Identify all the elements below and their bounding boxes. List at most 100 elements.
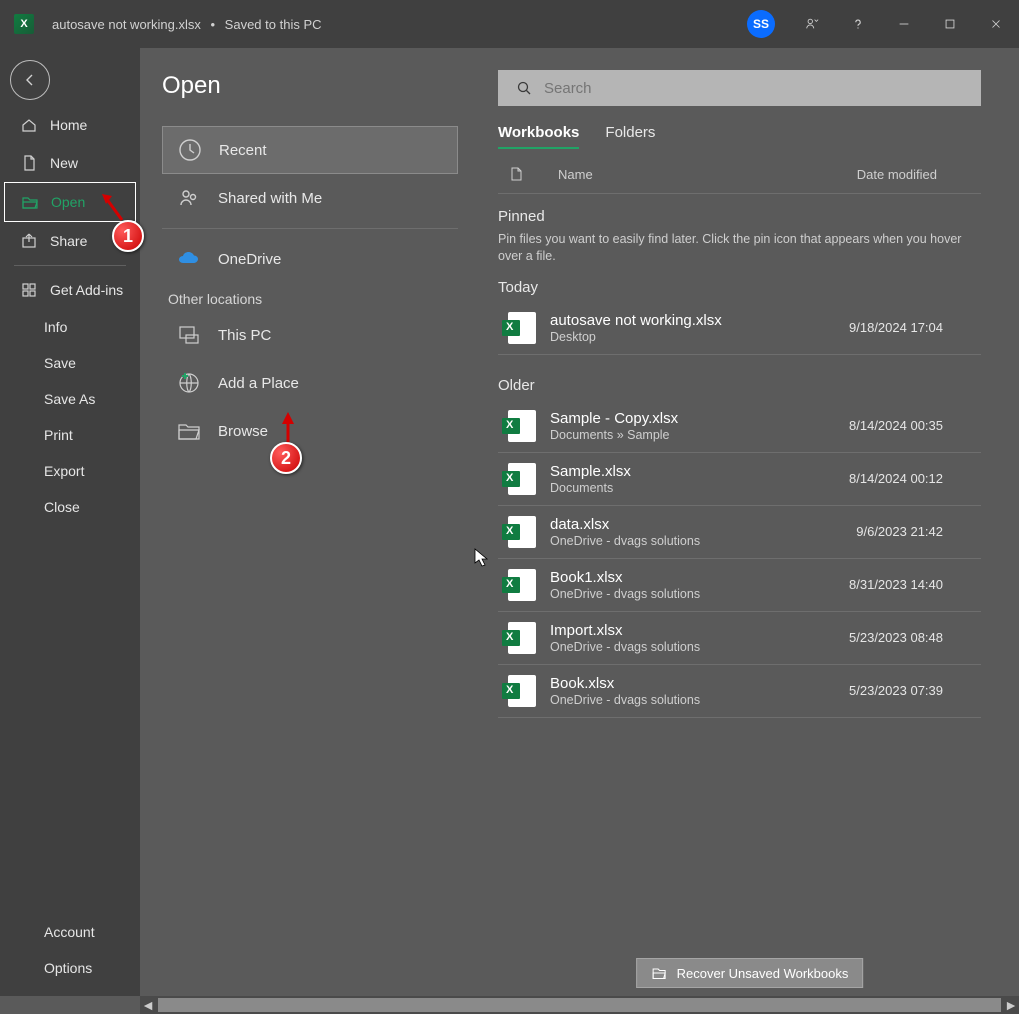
file-path: Desktop bbox=[550, 330, 722, 344]
locations-column: Open Recent Shared with Me OneDrive Othe… bbox=[140, 48, 480, 996]
sidebar-item-saveas[interactable]: Save As bbox=[0, 381, 140, 417]
sidebar-item-addins[interactable]: Get Add-ins bbox=[0, 271, 140, 309]
file-path: OneDrive - dvags solutions bbox=[550, 640, 700, 654]
recover-unsaved-label: Recover Unsaved Workbooks bbox=[677, 966, 849, 981]
location-label: Shared with Me bbox=[218, 190, 322, 207]
file-header-icon bbox=[508, 165, 524, 183]
other-locations-heading: Other locations bbox=[168, 291, 458, 307]
excel-file-icon bbox=[508, 312, 536, 344]
excel-file-icon bbox=[508, 622, 536, 654]
file-path: OneDrive - dvags solutions bbox=[550, 693, 700, 707]
file-name: Book.xlsx bbox=[550, 675, 700, 692]
pinned-help-text: Pin files you want to easily find later.… bbox=[498, 231, 968, 265]
folder-open-icon bbox=[651, 965, 667, 981]
file-date: 8/14/2024 00:12 bbox=[849, 471, 943, 486]
page-title: Open bbox=[162, 72, 458, 100]
file-row[interactable]: data.xlsx OneDrive - dvags solutions 9/6… bbox=[498, 506, 981, 559]
excel-file-icon bbox=[508, 516, 536, 548]
file-row[interactable]: Import.xlsx OneDrive - dvags solutions 5… bbox=[498, 612, 981, 665]
file-path: Documents » Sample bbox=[550, 428, 678, 442]
search-icon bbox=[516, 80, 532, 96]
sidebar-separator bbox=[14, 265, 126, 266]
section-older: Older bbox=[498, 377, 981, 394]
sidebar-item-new[interactable]: New bbox=[0, 144, 140, 182]
user-badge[interactable]: SS bbox=[747, 10, 775, 38]
sidebar-item-label: Open bbox=[51, 194, 85, 210]
minimize-button[interactable] bbox=[881, 0, 927, 48]
sidebar-item-export[interactable]: Export bbox=[0, 453, 140, 489]
title-separator: • bbox=[210, 17, 215, 32]
sidebar-item-open[interactable]: Open bbox=[4, 182, 136, 222]
file-row[interactable]: autosave not working.xlsx Desktop 9/18/2… bbox=[498, 302, 981, 355]
file-row[interactable]: Book1.xlsx OneDrive - dvags solutions 8/… bbox=[498, 559, 981, 612]
tab-workbooks[interactable]: Workbooks bbox=[498, 124, 579, 149]
close-button[interactable] bbox=[973, 0, 1019, 48]
search-input[interactable] bbox=[544, 80, 981, 97]
file-name: Import.xlsx bbox=[550, 622, 700, 639]
file-path: OneDrive - dvags solutions bbox=[550, 587, 700, 601]
sidebar-item-close[interactable]: Close bbox=[0, 489, 140, 525]
file-path: OneDrive - dvags solutions bbox=[550, 534, 700, 548]
scroll-right-button[interactable]: ► bbox=[1003, 998, 1019, 1012]
location-label: Add a Place bbox=[218, 375, 299, 392]
file-name: Sample.xlsx bbox=[550, 463, 631, 480]
file-row[interactable]: Book.xlsx OneDrive - dvags solutions 5/2… bbox=[498, 665, 981, 718]
scrollbar-thumb[interactable] bbox=[158, 998, 1001, 1012]
section-today: Today bbox=[498, 279, 981, 296]
help-icon[interactable] bbox=[835, 0, 881, 48]
file-date: 9/6/2023 21:42 bbox=[856, 524, 943, 539]
sidebar-item-print[interactable]: Print bbox=[0, 417, 140, 453]
sidebar-item-label: Export bbox=[44, 463, 84, 479]
excel-file-icon bbox=[508, 410, 536, 442]
excel-file-icon bbox=[508, 569, 536, 601]
location-shared[interactable]: Shared with Me bbox=[162, 174, 458, 222]
location-recent[interactable]: Recent bbox=[162, 126, 458, 174]
location-browse[interactable]: Browse bbox=[162, 407, 458, 455]
window-title: autosave not working.xlsx • Saved to thi… bbox=[52, 17, 322, 32]
file-date: 5/23/2023 07:39 bbox=[849, 683, 943, 698]
file-path: Documents bbox=[550, 481, 631, 495]
file-name: Book1.xlsx bbox=[550, 569, 700, 586]
sidebar-item-options[interactable]: Options bbox=[0, 950, 140, 986]
file-date: 8/14/2024 00:35 bbox=[849, 418, 943, 433]
scroll-left-button[interactable]: ◄ bbox=[140, 998, 156, 1012]
sidebar-item-info[interactable]: Info bbox=[0, 309, 140, 345]
account-manager-icon[interactable] bbox=[789, 0, 835, 48]
scrollbar-track[interactable] bbox=[158, 998, 1001, 1012]
sidebar-item-label: Options bbox=[44, 960, 92, 976]
file-name: Sample - Copy.xlsx bbox=[550, 410, 678, 427]
back-button[interactable] bbox=[10, 60, 50, 100]
sidebar-item-label: Info bbox=[44, 319, 67, 335]
file-row[interactable]: Sample - Copy.xlsx Documents » Sample 8/… bbox=[498, 400, 981, 453]
location-label: Recent bbox=[219, 142, 267, 159]
sidebar-item-label: Save As bbox=[44, 391, 95, 407]
location-addplace[interactable]: Add a Place bbox=[162, 359, 458, 407]
sidebar-item-label: Home bbox=[50, 117, 87, 133]
sidebar-item-label: Share bbox=[50, 233, 87, 249]
file-name: data.xlsx bbox=[550, 516, 700, 533]
sidebar-item-label: New bbox=[50, 155, 78, 171]
file-type-tabs: Workbooks Folders bbox=[498, 124, 981, 149]
column-date[interactable]: Date modified bbox=[857, 167, 937, 182]
horizontal-scrollbar[interactable]: ◄ ► bbox=[140, 996, 1019, 1014]
sidebar-item-label: Close bbox=[44, 499, 80, 515]
location-onedrive[interactable]: OneDrive bbox=[162, 235, 458, 283]
recover-unsaved-button[interactable]: Recover Unsaved Workbooks bbox=[636, 958, 864, 988]
tab-folders[interactable]: Folders bbox=[605, 124, 655, 149]
file-date: 5/23/2023 08:48 bbox=[849, 630, 943, 645]
file-row[interactable]: Sample.xlsx Documents 8/14/2024 00:12 bbox=[498, 453, 981, 506]
location-label: This PC bbox=[218, 327, 271, 344]
sidebar-item-account[interactable]: Account bbox=[0, 914, 140, 950]
locations-separator bbox=[162, 228, 458, 229]
sidebar-item-save[interactable]: Save bbox=[0, 345, 140, 381]
search-box[interactable] bbox=[498, 70, 981, 106]
file-date: 8/31/2023 14:40 bbox=[849, 577, 943, 592]
sidebar-item-share[interactable]: Share bbox=[0, 222, 140, 260]
column-name[interactable]: Name bbox=[558, 167, 593, 182]
location-thispc[interactable]: This PC bbox=[162, 311, 458, 359]
sidebar-item-home[interactable]: Home bbox=[0, 106, 140, 144]
sidebar-item-label: Print bbox=[44, 427, 73, 443]
location-label: Browse bbox=[218, 423, 268, 440]
list-header: Name Date modified bbox=[498, 161, 981, 194]
maximize-button[interactable] bbox=[927, 0, 973, 48]
